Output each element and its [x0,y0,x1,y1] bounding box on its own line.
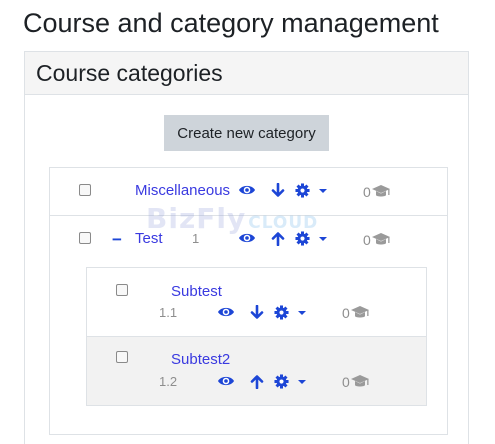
arrow-down-icon[interactable] [250,305,264,320]
collapse-icon[interactable]: − [112,230,122,250]
category-idnumber: 1.1 [159,305,178,320]
select-checkbox[interactable] [79,184,91,196]
watermark-logo: BizFly CLOUD [146,202,318,235]
create-new-category-button[interactable]: Create new category [164,115,329,151]
caret-down-icon[interactable] [297,310,307,316]
graduation-cap-icon [371,232,391,246]
caret-down-icon[interactable] [318,188,328,194]
arrow-down-icon[interactable] [271,183,285,198]
category-name-link[interactable]: Miscellaneous [135,182,230,199]
caret-down-icon[interactable] [318,236,328,242]
category-name-link[interactable]: Subtest2 [171,351,230,368]
panel-heading: Course categories [25,52,468,95]
graduation-cap-icon [350,374,370,388]
eye-icon[interactable] [217,305,235,319]
category-row-subtest2 [86,336,427,406]
watermark-brand: BizFly [146,202,247,235]
course-count: 0 [342,305,350,321]
select-checkbox[interactable] [116,284,128,296]
category-idnumber: 1.2 [159,374,178,389]
graduation-cap-icon [371,184,391,198]
gear-icon[interactable] [274,374,289,389]
graduation-cap-icon [350,305,370,319]
page-title: Course and category management [23,8,439,38]
category-row-subtest [86,267,427,337]
category-name-link[interactable]: Subtest [171,283,222,300]
course-count: 0 [363,232,371,248]
eye-icon[interactable] [238,183,256,197]
select-checkbox[interactable] [116,351,128,363]
course-count: 0 [342,374,350,390]
eye-icon[interactable] [217,374,235,388]
gear-icon[interactable] [295,183,310,198]
gear-icon[interactable] [274,305,289,320]
watermark-cloud: CLOUD [248,213,319,233]
select-checkbox[interactable] [79,232,91,244]
arrow-up-icon[interactable] [250,374,264,389]
course-count: 0 [363,184,371,200]
caret-down-icon[interactable] [297,379,307,385]
